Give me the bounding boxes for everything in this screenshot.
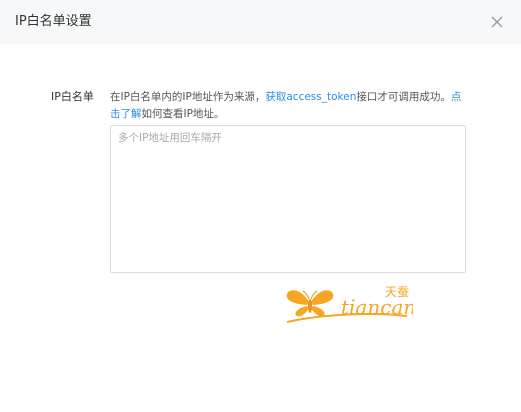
access-token-link[interactable]: 获取access_token — [265, 91, 356, 103]
ip-whitelist-textarea[interactable] — [110, 125, 466, 273]
description-text-middle: 接口才可调用成功。 — [356, 91, 451, 103]
field-description: 在IP白名单内的IP地址作为来源，获取access_token接口才可调用成功。… — [110, 89, 470, 123]
dialog-title: IP白名单设置 — [15, 14, 92, 29]
tiancan-watermark: tiancan 天蚕 — [283, 282, 416, 330]
description-text-after: 如何查看IP地址。 — [141, 108, 225, 120]
watermark-chinese: 天蚕 — [385, 285, 409, 299]
ip-whitelist-dialog: IP白名单设置 IP白名单 在IP白名单内的IP地址作为来源，获取access_… — [0, 0, 521, 412]
field-label: IP白名单 — [51, 90, 94, 103]
butterfly-icon: tiancan 天蚕 — [286, 285, 416, 323]
close-icon[interactable] — [487, 12, 507, 32]
description-text-before: 在IP白名单内的IP地址作为来源， — [110, 91, 266, 103]
dialog-header: IP白名单设置 — [0, 0, 521, 44]
